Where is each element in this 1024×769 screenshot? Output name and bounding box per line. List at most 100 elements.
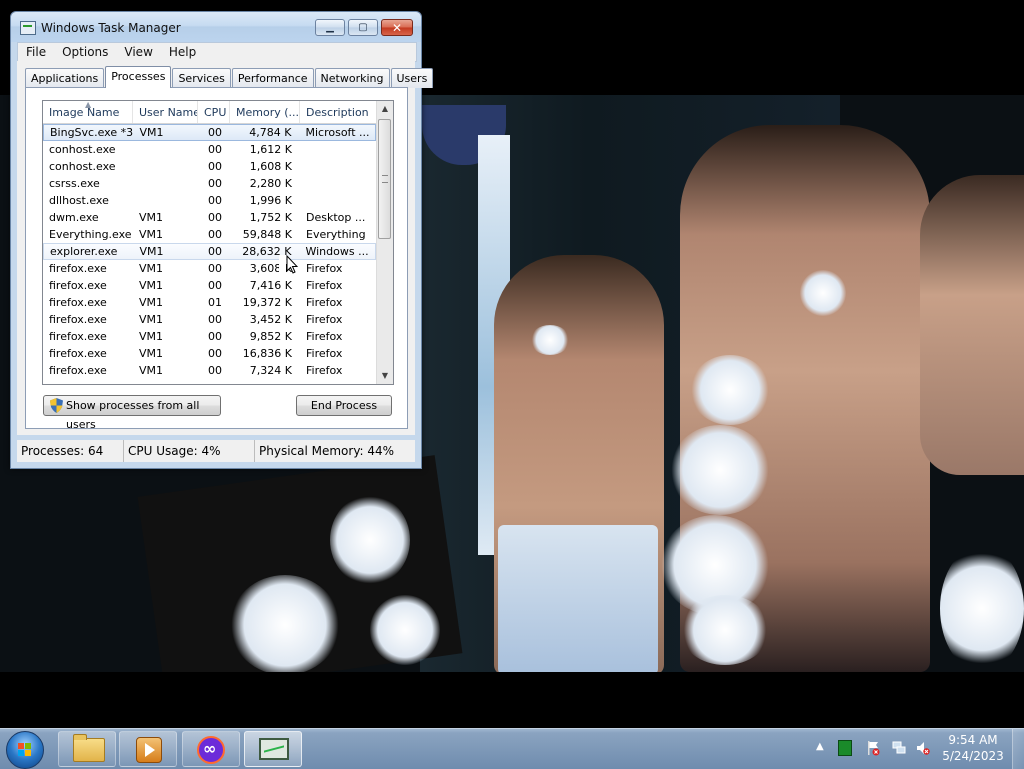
process-image-name: csrss.exe bbox=[49, 177, 100, 190]
process-row[interactable]: explorer.exe VM1 00 28,632 K Windows ... bbox=[43, 243, 376, 260]
clock-date: 5/24/2023 bbox=[942, 749, 1004, 763]
process-image-name: dwm.exe bbox=[49, 211, 99, 224]
process-row[interactable]: firefox.exe VM1 00 9,852 K Firefox bbox=[43, 328, 376, 345]
end-process-button[interactable]: End Process bbox=[296, 395, 392, 416]
taskbar-media-player-button[interactable] bbox=[119, 731, 177, 767]
process-row[interactable]: firefox.exe VM1 00 3,452 K Firefox bbox=[43, 311, 376, 328]
scroll-up-arrow-icon[interactable]: ▲ bbox=[377, 101, 393, 117]
process-cpu: 00 bbox=[208, 330, 222, 343]
process-user-name: VM1 bbox=[139, 330, 164, 343]
title-bar[interactable]: Windows Task Manager ▁ ▢ ✕ bbox=[11, 12, 421, 42]
taskbar-explorer-button[interactable] bbox=[58, 731, 116, 767]
process-row[interactable]: conhost.exe 00 1,612 K bbox=[43, 141, 376, 158]
show-hidden-icons-icon[interactable]: ▲ bbox=[816, 741, 824, 752]
process-user-name: VM1 bbox=[139, 262, 164, 275]
scroll-down-arrow-icon[interactable]: ▼ bbox=[377, 368, 393, 384]
process-row[interactable]: conhost.exe 00 1,608 K bbox=[43, 158, 376, 175]
process-memory: 1,752 K bbox=[249, 211, 292, 224]
process-user-name bbox=[133, 175, 198, 192]
task-manager-window[interactable]: Windows Task Manager ▁ ▢ ✕ File Options … bbox=[10, 11, 434, 469]
column-user-name[interactable]: User Name bbox=[133, 101, 198, 123]
process-row[interactable]: firefox.exe VM1 00 7,416 K Firefox bbox=[43, 277, 376, 294]
scrollbar-thumb[interactable] bbox=[378, 119, 391, 239]
tab-applications[interactable]: Applications bbox=[25, 68, 105, 88]
volume-muted-icon[interactable] bbox=[916, 740, 930, 756]
process-row[interactable]: BingSvc.exe *32 VM1 00 4,784 K Microsoft ... bbox=[43, 124, 376, 141]
process-user-name: VM1 bbox=[139, 279, 164, 292]
process-image-name: firefox.exe bbox=[49, 347, 107, 360]
taskbar-task-manager-button[interactable] bbox=[244, 731, 302, 767]
menu-options[interactable]: Options bbox=[54, 43, 116, 61]
column-image-name[interactable]: ▲ Image Name bbox=[43, 101, 133, 123]
process-cpu: 00 bbox=[208, 364, 222, 377]
process-description: Firefox bbox=[306, 262, 343, 275]
process-description bbox=[300, 141, 376, 158]
show-all-label: Show processes from all users bbox=[66, 399, 200, 431]
window-title: Windows Task Manager bbox=[41, 21, 181, 35]
status-physical-memory: Physical Memory: 44% bbox=[259, 444, 395, 458]
start-button[interactable] bbox=[6, 731, 44, 769]
tab-users[interactable]: Users bbox=[390, 68, 434, 88]
process-image-name: conhost.exe bbox=[49, 143, 116, 156]
status-bar: Processes: 64 CPU Usage: 4% Physical Mem… bbox=[17, 440, 415, 462]
process-cpu: 00 bbox=[208, 313, 222, 326]
menu-view[interactable]: View bbox=[116, 43, 160, 61]
process-list[interactable]: ▲ Image Name User Name CPU Memory (... D… bbox=[42, 100, 394, 385]
minimize-button[interactable]: ▁ bbox=[315, 19, 345, 36]
action-center-flag-icon[interactable] bbox=[866, 740, 880, 756]
process-memory: 59,848 K bbox=[242, 228, 292, 241]
process-memory: 3,452 K bbox=[249, 313, 292, 326]
process-row[interactable]: dwm.exe VM1 00 1,752 K Desktop ... bbox=[43, 209, 376, 226]
process-cpu: 00 bbox=[208, 143, 222, 156]
desktop-black-band bbox=[0, 672, 1024, 728]
process-image-name: conhost.exe bbox=[49, 160, 116, 173]
process-cpu: 00 bbox=[208, 347, 222, 360]
taskbar-mask-app-button[interactable] bbox=[182, 731, 240, 767]
show-desktop-button[interactable] bbox=[1012, 729, 1024, 769]
show-all-processes-button[interactable]: Show processes from all users bbox=[43, 395, 221, 431]
tab-processes[interactable]: Processes bbox=[105, 66, 172, 88]
process-description: Firefox bbox=[306, 330, 343, 343]
menu-bar: File Options View Help bbox=[17, 42, 417, 62]
process-image-name: dllhost.exe bbox=[49, 194, 109, 207]
process-row[interactable]: firefox.exe VM1 00 3,608 K Firefox bbox=[43, 260, 376, 277]
process-row[interactable]: firefox.exe VM1 00 7,324 K Firefox bbox=[43, 362, 376, 379]
mask-app-icon bbox=[197, 736, 225, 764]
process-cpu: 00 bbox=[208, 279, 222, 292]
process-image-name: BingSvc.exe *32 bbox=[50, 126, 134, 139]
process-rows: BingSvc.exe *32 VM1 00 4,784 K Microsoft ...… bbox=[43, 124, 376, 379]
process-description: Windows ... bbox=[305, 245, 369, 258]
process-row[interactable]: Everything.exe VM1 00 59,848 K Everything bbox=[43, 226, 376, 243]
taskbar: ▲ 9:54 AM 5/24/2023 bbox=[0, 728, 1024, 769]
process-image-name: firefox.exe bbox=[49, 279, 107, 292]
process-user-name: VM1 bbox=[139, 364, 164, 377]
process-description bbox=[300, 192, 376, 209]
status-processes: Processes: 64 bbox=[17, 440, 124, 462]
tab-strip: Applications Processes Services Performa… bbox=[25, 66, 434, 88]
tab-networking[interactable]: Networking bbox=[314, 68, 390, 88]
system-clock[interactable]: 9:54 AM 5/24/2023 bbox=[940, 732, 1006, 764]
close-button[interactable]: ✕ bbox=[381, 19, 413, 36]
tab-services[interactable]: Services bbox=[172, 68, 231, 88]
column-description[interactable]: Description bbox=[300, 101, 376, 123]
network-icon[interactable] bbox=[892, 740, 906, 756]
process-user-name: VM1 bbox=[139, 296, 164, 309]
tray-green-app-icon[interactable] bbox=[838, 740, 852, 756]
process-cpu: 00 bbox=[208, 126, 223, 139]
process-cpu: 00 bbox=[208, 211, 222, 224]
menu-help[interactable]: Help bbox=[161, 43, 204, 61]
clock-time: 9:54 AM bbox=[948, 733, 998, 747]
process-row[interactable]: firefox.exe VM1 01 19,372 K Firefox bbox=[43, 294, 376, 311]
column-cpu[interactable]: CPU bbox=[198, 101, 230, 123]
menu-file[interactable]: File bbox=[18, 43, 54, 61]
tab-performance[interactable]: Performance bbox=[231, 68, 314, 88]
maximize-button[interactable]: ▢ bbox=[348, 19, 378, 36]
column-memory[interactable]: Memory (... bbox=[230, 101, 300, 123]
vertical-scrollbar[interactable]: ▲ ▼ bbox=[376, 101, 393, 384]
sort-arrow-icon: ▲ bbox=[85, 101, 92, 109]
process-cpu: 00 bbox=[208, 194, 222, 207]
process-description: Firefox bbox=[306, 296, 343, 309]
process-row[interactable]: dllhost.exe 00 1,996 K bbox=[43, 192, 376, 209]
process-row[interactable]: firefox.exe VM1 00 16,836 K Firefox bbox=[43, 345, 376, 362]
process-row[interactable]: csrss.exe 00 2,280 K bbox=[43, 175, 376, 192]
